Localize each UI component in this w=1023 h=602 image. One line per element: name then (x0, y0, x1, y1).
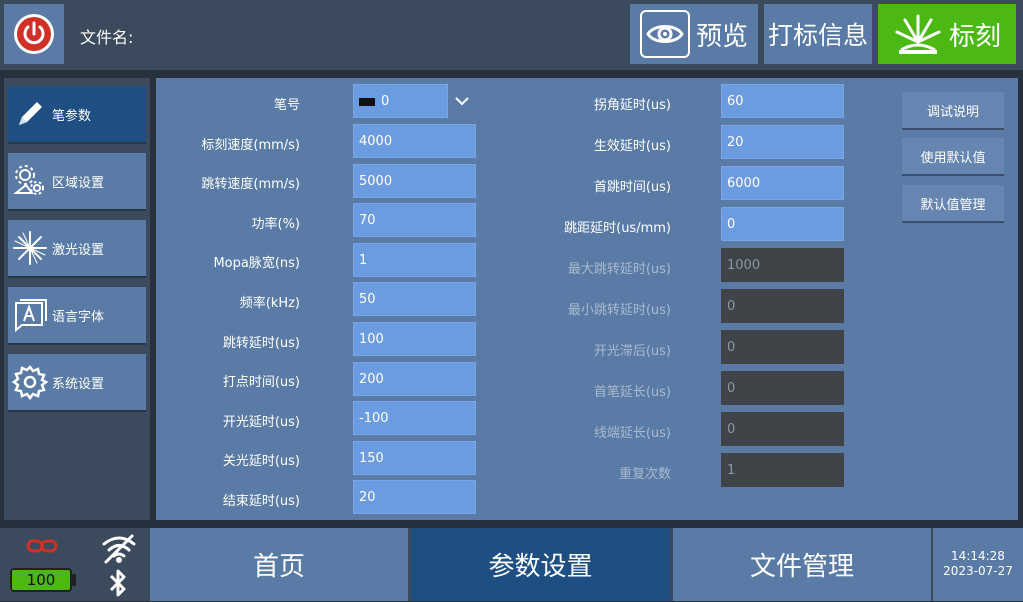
pen-icon (10, 94, 50, 134)
top-bar: 文件名: 预览 打标信息 标刻 (0, 0, 1023, 70)
max-jump-delay-input: 1000 (721, 248, 844, 282)
use-default-button[interactable]: 使用默认值 (902, 138, 1004, 176)
sidebar-item-laser-settings[interactable]: 激光设置 (8, 220, 146, 278)
clock-time: 14:14:28 (951, 549, 1005, 563)
battery-tip (72, 574, 76, 586)
param-label: 频率(kHz) (239, 296, 300, 311)
power-button[interactable] (4, 4, 64, 64)
param-label: 跳转速度(mm/s) (201, 177, 300, 192)
mark-button[interactable]: 标刻 (878, 4, 1016, 64)
mark-speed-input[interactable]: 4000 (353, 124, 476, 158)
param-label: Mopa脉宽(ns) (213, 256, 300, 271)
mopa-pulse-width-input[interactable]: 1 (353, 243, 476, 277)
sidebar-item-label: 笔参数 (52, 108, 92, 124)
sidebar-item-pen-params[interactable]: 笔参数 (8, 86, 146, 144)
clock-date: 2023-07-27 (943, 564, 1013, 578)
param-label: 重复次数 (618, 467, 671, 482)
sidebar-item-system-settings[interactable]: 系统设置 (8, 354, 146, 412)
nav-home[interactable]: 首页 (150, 528, 408, 601)
param-label: 拐角延时(us) (593, 98, 671, 113)
effective-delay-input[interactable]: 20 (721, 125, 844, 159)
param-label: 线端延长(us) (593, 426, 671, 441)
link-icon (26, 538, 58, 558)
mark-info-label: 打标信息 (767, 21, 868, 50)
laser-burst-icon (893, 12, 943, 56)
laser-off-delay-input[interactable]: 150 (353, 441, 476, 475)
param-label: 跳距延时(us/mm) (564, 221, 671, 236)
first-jump-time-input[interactable]: 6000 (721, 166, 844, 200)
sidebar-item-language-font[interactable]: 语言字体 (8, 287, 146, 345)
laser-star-icon (10, 228, 50, 268)
chevron-down-icon (455, 97, 469, 106)
sidebar-item-area-settings[interactable]: 区域设置 (8, 153, 146, 211)
laser-on-delay-input[interactable]: -100 (353, 401, 476, 435)
param-label: 最大跳转延时(us) (567, 262, 671, 277)
min-jump-delay-input: 0 (721, 289, 844, 323)
power-input[interactable]: 70 (353, 203, 476, 237)
nav-home-label: 首页 (252, 552, 305, 582)
end-delay-input[interactable]: 20 (353, 480, 476, 514)
param-label: 生效延时(us) (593, 139, 671, 154)
clock: 14:14:28 2023-07-27 (933, 528, 1023, 601)
gear-icon (10, 362, 50, 402)
wifi-off-icon (100, 532, 138, 568)
param-label: 笔号 (273, 98, 300, 113)
param-label: 最小跳转延时(us) (567, 303, 671, 318)
corner-delay-input[interactable]: 60 (721, 84, 844, 118)
bottom-bar: 100 首页 参数设置 文件管理 14:14:28 2023-07-27 (0, 528, 1023, 601)
mark-info-button[interactable]: 打标信息 (764, 4, 872, 64)
pen-select-dropdown-button[interactable] (448, 84, 476, 118)
dot-time-input[interactable]: 200 (353, 362, 476, 396)
laser-lag-input: 0 (721, 330, 844, 364)
param-label: 标刻速度(mm/s) (201, 138, 300, 153)
param-label: 开光延时(us) (222, 415, 300, 430)
pen-color-swatch (359, 97, 375, 106)
param-label: 功率(%) (251, 217, 301, 232)
nav-params-settings[interactable]: 参数设置 (411, 528, 670, 601)
pen-number-select[interactable]: 0 (353, 84, 448, 118)
sidebar-item-label: 激光设置 (52, 242, 105, 258)
eye-icon (639, 10, 690, 58)
mark-label: 标刻 (948, 21, 1001, 52)
param-label: 关光延时(us) (222, 454, 300, 469)
repeat-count-input: 1 (721, 453, 844, 487)
param-label: 打点时间(us) (222, 375, 300, 390)
nav-params-label: 参数设置 (488, 552, 593, 582)
frequency-input[interactable]: 50 (353, 282, 476, 316)
bluetooth-icon (108, 568, 128, 602)
sidebar: 笔参数 区域设置 激光设置 语言字体 系统设置 (4, 78, 150, 520)
param-label: 开光滞后(us) (593, 344, 671, 359)
power-icon (14, 14, 54, 54)
sidebar-item-label: 区域设置 (52, 175, 105, 191)
debug-help-button[interactable]: 调试说明 (902, 92, 1004, 130)
gears-icon (10, 161, 50, 201)
sidebar-item-label: 系统设置 (52, 376, 105, 392)
preview-label: 预览 (695, 21, 748, 52)
font-icon (10, 295, 50, 335)
sidebar-item-label: 语言字体 (52, 309, 105, 325)
battery-indicator: 100 (10, 568, 72, 592)
jump-delay-input[interactable]: 100 (353, 322, 476, 356)
pen-number-value: 0 (381, 94, 390, 109)
param-label: 结束延时(us) (222, 494, 300, 509)
nav-file-management[interactable]: 文件管理 (673, 528, 931, 601)
status-area: 100 (0, 528, 150, 601)
file-name-label: 文件名: (80, 28, 134, 47)
param-label: 首跳时间(us) (593, 180, 671, 195)
jump-distance-delay-input[interactable]: 0 (721, 207, 844, 241)
jump-speed-input[interactable]: 5000 (353, 164, 476, 198)
nav-files-label: 文件管理 (749, 552, 854, 582)
preview-button[interactable]: 预览 (630, 4, 758, 64)
line-end-extend-input: 0 (721, 412, 844, 446)
param-label: 首笔延长(us) (593, 385, 671, 400)
default-management-button[interactable]: 默认值管理 (902, 185, 1004, 223)
param-label: 跳转延时(us) (222, 336, 300, 351)
first-stroke-extend-input: 0 (721, 371, 844, 405)
params-panel: 笔号 0 标刻速度(mm/s) 4000 跳转速度(mm/s) 5000 功率(… (156, 78, 1018, 520)
